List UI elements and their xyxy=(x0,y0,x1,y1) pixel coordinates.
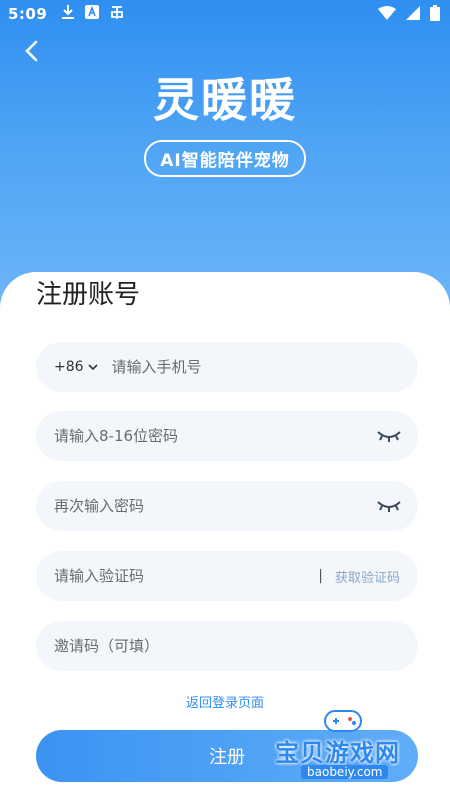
invite-code-input[interactable] xyxy=(54,621,418,671)
wifi-icon xyxy=(378,6,396,24)
page-title: 注册账号 xyxy=(36,280,141,310)
chevron-left-icon xyxy=(25,40,38,62)
eye-closed-icon[interactable] xyxy=(376,426,402,446)
eye-closed-icon[interactable] xyxy=(376,496,402,516)
get-code-button[interactable]: 获取验证码 xyxy=(335,567,400,586)
confirm-password-field xyxy=(36,481,418,531)
password-input[interactable] xyxy=(54,411,376,461)
invite-code-field xyxy=(36,621,418,671)
download-icon xyxy=(61,4,75,24)
country-code-selector[interactable]: +86 xyxy=(54,359,98,375)
gamepad-icon xyxy=(324,710,362,732)
verify-code-field: | 获取验证码 xyxy=(36,551,418,601)
chevron-down-icon xyxy=(87,364,98,371)
back-button[interactable] xyxy=(18,38,44,64)
bug-icon xyxy=(109,4,125,24)
signal-icon xyxy=(406,6,420,24)
confirm-password-input[interactable] xyxy=(54,481,376,531)
field-divider: | xyxy=(318,568,323,584)
status-bar: 5:09 xyxy=(0,0,450,28)
logo-title: 灵暖暖 xyxy=(153,73,297,127)
status-time: 5:09 xyxy=(8,5,48,23)
battery-icon xyxy=(430,5,440,25)
app-notification-icon xyxy=(85,5,100,23)
logo-subtitle: AI智能陪伴宠物 xyxy=(144,140,306,177)
watermark-url: baobeiy.com xyxy=(301,765,389,779)
app-logo: 灵暖暖 AI智能陪伴宠物 xyxy=(0,72,450,177)
verify-code-input[interactable] xyxy=(54,551,319,601)
watermark-text: 宝贝游戏网 xyxy=(275,739,400,767)
password-field xyxy=(36,411,418,461)
country-code-label: +86 xyxy=(54,359,84,375)
phone-field: +86 xyxy=(36,342,418,392)
site-watermark: 宝贝游戏网 baobeiy.com xyxy=(275,705,425,785)
phone-input[interactable] xyxy=(111,342,418,392)
